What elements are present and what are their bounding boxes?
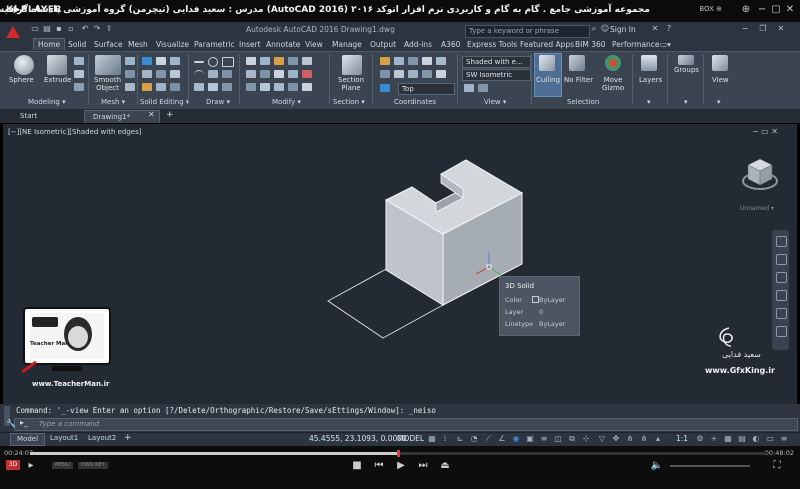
lineweight-icon[interactable]: ≡ (540, 435, 548, 443)
navbar-settings-icon[interactable] (776, 326, 787, 337)
auto-scale-icon[interactable]: ⋔ (640, 435, 648, 443)
customize-wrench-icon[interactable]: 🔧 (6, 419, 16, 428)
tooltip-key-layer: Layer (505, 308, 524, 316)
object-snap-tracking-icon[interactable]: ∠ (498, 435, 506, 443)
model-space-toggle[interactable]: MODEL (397, 434, 424, 443)
menu-button[interactable]: MENU (52, 462, 73, 469)
stop-icon[interactable]: ■ (350, 460, 364, 471)
selection-filter-icon[interactable]: ▽ (598, 435, 606, 443)
seek-handle[interactable] (397, 450, 400, 457)
pan-icon[interactable] (776, 254, 787, 265)
polar-tracking-icon[interactable]: ◔ (470, 435, 478, 443)
orbit-icon[interactable] (776, 290, 787, 301)
color-swatch-icon (532, 296, 539, 303)
annotation-scale-icon[interactable]: ▴ (654, 435, 662, 443)
annotation-monitor-icon[interactable]: + (710, 435, 718, 443)
logo-monitor-stand (52, 366, 82, 371)
transparency-icon[interactable]: ◫ (554, 435, 562, 443)
teacherman-url: www.TeacherMan.ir (32, 380, 110, 388)
annotation-scale-value[interactable]: 1:1 (676, 434, 688, 443)
command-input[interactable]: Type a command (14, 418, 798, 431)
viewcube[interactable] (740, 155, 780, 200)
workspace-gear-icon[interactable]: ⚙ (696, 435, 704, 443)
ortho-icon[interactable]: ⊾ (456, 435, 464, 443)
zoom-icon[interactable] (776, 272, 787, 283)
cursor-coordinates[interactable]: 45.4555, 23.1093, 0.0000 (309, 434, 407, 443)
showmotion-icon[interactable] (776, 308, 787, 319)
seek-bar-progress (30, 452, 398, 455)
add-layout-icon[interactable]: + (124, 433, 132, 443)
hardware-acceleration-icon[interactable]: ▭ (766, 435, 774, 443)
total-time: 00:48:02 (764, 449, 794, 457)
3d-mode-icon[interactable]: 3D (6, 460, 20, 470)
customization-icon[interactable]: ≡ (780, 435, 788, 443)
isolate-objects-icon[interactable]: ◐ (752, 435, 760, 443)
eject-icon[interactable]: ⏏ (438, 460, 452, 471)
command-search-icon[interactable]: ▸_ (20, 418, 28, 427)
isodraft-icon[interactable]: ⟋ (484, 435, 492, 443)
tooltip-value-color: ByLayer (539, 296, 566, 304)
gfxking-author-name: سعید فدایی (722, 350, 761, 359)
3d-object-snap-icon[interactable]: ◉ (512, 435, 520, 443)
logo-persian-title (32, 317, 58, 327)
tooltip-title: 3D Solid (505, 282, 535, 290)
quick-properties-icon[interactable]: ▤ (738, 435, 746, 443)
previous-icon[interactable]: ⏮ (372, 460, 386, 471)
play-icon[interactable]: ▶ (394, 460, 408, 471)
tooltip-value-linetype: ByLayer (539, 320, 566, 328)
annotation-visibility-icon[interactable]: ⋔ (626, 435, 634, 443)
snap-icon[interactable]: ⁞ (441, 435, 449, 443)
tooltip-key-color: Color (505, 296, 522, 304)
volume-icon[interactable]: 🔈 (650, 460, 664, 471)
selection-cycling-icon[interactable]: ⧉ (568, 435, 576, 443)
teacher-caption: Teacher Man (30, 341, 70, 347)
gfxking-url: www.GfxKing.ir (705, 366, 775, 375)
fullscreen-icon[interactable]: ⛶ (770, 460, 784, 471)
rollover-tooltip: 3D Solid Color ByLayer Layer 0 Linetype … (499, 276, 580, 336)
object-snap-icon[interactable]: ▣ (526, 435, 534, 443)
gizmo-icon[interactable]: ✥ (612, 435, 620, 443)
tab-layout2[interactable]: Layout2 (82, 433, 122, 444)
seek-bar[interactable] (30, 450, 766, 457)
viewcube-ucs-menu[interactable]: Unnamed ▾ (740, 205, 774, 212)
signature-stroke (719, 327, 733, 347)
logo-portrait-face (68, 326, 88, 348)
current-time: 00:24:07 (4, 449, 34, 457)
dynamic-ucs-icon[interactable]: ⊹ (582, 435, 590, 443)
tooltip-value-layer: 0 (539, 308, 544, 316)
hwd-key-button[interactable]: HWD KEY (78, 462, 108, 469)
tab-model[interactable]: Model (10, 433, 46, 446)
units-icon[interactable]: ▦ (724, 435, 732, 443)
command-history-line: Command: '_-view Enter an option [?/Dele… (16, 406, 436, 415)
teacherman-logo (22, 307, 111, 374)
steering-wheel-icon[interactable] (776, 236, 787, 247)
tooltip-key-linetype: Linetype (505, 320, 534, 328)
next-icon[interactable]: ⏭ (416, 460, 430, 471)
volume-slider[interactable] (670, 465, 750, 467)
playlist-icon[interactable]: ▸ (24, 460, 38, 471)
tab-layout1[interactable]: Layout1 (44, 433, 84, 444)
grid-icon[interactable]: ▦ (428, 435, 436, 443)
